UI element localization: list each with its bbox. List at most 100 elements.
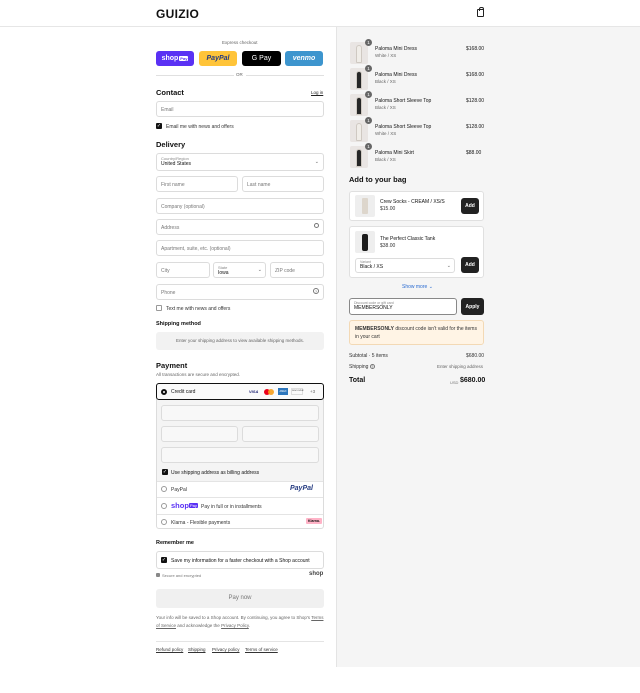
add-tank-button[interactable]: Add: [461, 257, 479, 273]
login-link[interactable]: Log in: [311, 90, 323, 95]
google-pay-button[interactable]: G Pay: [242, 51, 281, 66]
paypal-radio[interactable]: [161, 486, 167, 492]
email-field[interactable]: Email: [156, 101, 324, 117]
phone-field[interactable]: Phone?: [156, 284, 324, 300]
info-icon[interactable]: ?: [369, 364, 375, 370]
apply-discount-button[interactable]: Apply: [461, 298, 484, 315]
klarna-radio[interactable]: [161, 519, 167, 525]
divider: [156, 641, 324, 642]
divider: [156, 75, 234, 76]
privacy-policy-link[interactable]: Privacy policy: [212, 647, 240, 652]
card-name-field[interactable]: [161, 447, 319, 463]
last-name-field[interactable]: Last name: [242, 176, 324, 192]
apartment-field[interactable]: Apartment, suite, etc. (optional): [156, 240, 324, 256]
discount-field[interactable]: Discount code or gift card MEMBERSONLY: [349, 298, 457, 315]
product-image: [355, 195, 375, 217]
product-image: [350, 146, 368, 168]
divider: [157, 497, 323, 498]
variant-value: Black / XS: [360, 264, 384, 270]
credit-card-label: Credit card: [171, 389, 196, 395]
add-to-bag-heading: Add to your bag: [349, 175, 407, 184]
company-field[interactable]: Company (optional): [156, 198, 324, 214]
total-label: Total: [349, 377, 366, 384]
discount-value: MEMBERSONLY: [354, 305, 393, 311]
help-icon[interactable]: ?: [313, 288, 319, 294]
card-security-field[interactable]: [242, 426, 319, 442]
card-expiry-field[interactable]: [161, 426, 238, 442]
shop-pay-button[interactable]: shop Pay: [156, 51, 194, 66]
state-select[interactable]: State Iowa ⌄: [213, 262, 266, 278]
refund-policy-link[interactable]: Refund policy: [156, 647, 183, 652]
email-news-checkbox[interactable]: ✓: [156, 123, 162, 129]
show-more-link[interactable]: Show more ⌄: [402, 284, 433, 290]
text-news-checkbox[interactable]: [156, 305, 162, 311]
amex-icon: AMEX: [278, 388, 288, 395]
cart-item-variant: White / XS: [375, 131, 397, 136]
shopping-bag-icon[interactable]: [477, 7, 484, 17]
zip-field[interactable]: ZIP code: [270, 262, 324, 278]
cart-item-name: Paloma Mini Skirt: [375, 150, 414, 156]
terms-of-service-link[interactable]: Terms of service: [245, 647, 278, 652]
header: GUIZIO: [0, 0, 640, 27]
shop-pay-radio[interactable]: [161, 503, 167, 509]
shop-pay-badge: Pay: [179, 56, 189, 61]
shipping-label: Shipping ?: [349, 364, 375, 370]
cart-item-name: Paloma Mini Dress: [375, 46, 417, 52]
product-image: [350, 94, 368, 116]
cart-item-name: Paloma Short Sleeve Top: [375, 98, 432, 104]
city-field[interactable]: City: [156, 262, 210, 278]
chevron-down-icon: ⌄: [446, 263, 451, 269]
order-summary-panel: [336, 27, 640, 667]
lock-icon: [156, 573, 160, 577]
upsell-item-price: $38.00: [380, 243, 396, 249]
shipping-policy-link[interactable]: Shipping: [188, 647, 206, 652]
email-news-label: Email me with news and offers: [166, 124, 234, 130]
shop-logo: shop: [309, 571, 324, 577]
more-cards-count: +3: [310, 389, 316, 394]
address-field[interactable]: Address: [156, 219, 324, 235]
total-value: $680.00: [460, 377, 486, 384]
cart-item-name: Paloma Short Sleeve Top: [375, 124, 432, 130]
variant-select[interactable]: Variant Black / XS ⌄: [355, 258, 455, 273]
quantity-badge: 1: [365, 65, 372, 72]
shipping-method-heading: Shipping method: [156, 321, 201, 327]
upsell-item-name: The Perfect Classic Tank: [380, 236, 436, 242]
discover-icon: DISCOVER: [291, 388, 303, 395]
shop-pay-badge: Pay: [189, 503, 198, 508]
add-socks-button[interactable]: Add: [461, 198, 479, 214]
card-number-field[interactable]: [161, 405, 319, 421]
shop-pay-logo: shop: [171, 501, 189, 510]
chevron-down-icon: ⌄: [428, 284, 433, 290]
disclaimer-line: Your info will be saved to a Shop accoun…: [156, 615, 311, 620]
save-info-label: Save my information for a faster checkou…: [171, 558, 310, 564]
pay-now-button[interactable]: Pay now: [156, 589, 324, 608]
phone-placeholder: Phone: [161, 290, 176, 296]
save-info-checkbox[interactable]: ✓: [161, 557, 167, 563]
text-news-label: Text me with news and offers: [166, 306, 231, 312]
search-icon: [314, 223, 319, 228]
paypal-option-label: PayPal: [171, 487, 187, 493]
credit-card-radio[interactable]: [161, 389, 167, 395]
cart-item-price: $128.00: [466, 124, 485, 130]
privacy-link[interactable]: Privacy Policy: [221, 623, 249, 628]
delivery-heading: Delivery: [156, 140, 186, 149]
quantity-badge: 1: [365, 39, 372, 46]
remember-me-heading: Remember me: [156, 540, 194, 546]
country-select[interactable]: Country/Region United States ⌄: [156, 153, 324, 171]
venmo-button[interactable]: venmo: [285, 51, 323, 66]
disclaimer-text: Your info will be saved to a Shop accoun…: [156, 615, 324, 628]
quantity-badge: 1: [365, 117, 372, 124]
klarna-logo: Klarna.: [306, 518, 322, 524]
paypal-logo: PayPal: [290, 485, 313, 492]
discount-error-banner: MEMBERSONLY discount code isn't valid fo…: [349, 320, 484, 345]
store-logo[interactable]: GUIZIO: [156, 7, 199, 21]
upsell-item-price: $15.00: [380, 206, 396, 212]
product-image: [350, 68, 368, 90]
cart-item-price: $168.00: [466, 72, 485, 78]
visa-icon: VISA: [249, 389, 259, 394]
billing-address-checkbox[interactable]: ✓: [162, 469, 168, 475]
shipping-label-text: Shipping: [349, 364, 369, 370]
first-name-field[interactable]: First name: [156, 176, 238, 192]
paypal-button[interactable]: PayPal: [199, 51, 237, 66]
product-image: [350, 42, 368, 64]
